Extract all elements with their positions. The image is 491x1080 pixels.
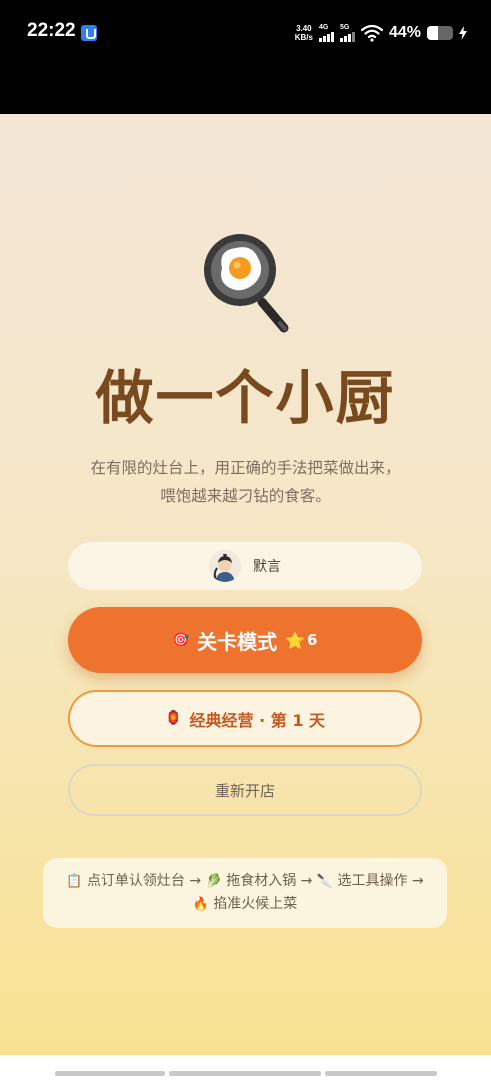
start-screen: 做一个小厨 在有限的灶台上，用正确的手法把菜做出来， 喂饱越来越刁钻的食客。 默… <box>0 114 491 1055</box>
signal-5g-label: 5G <box>339 24 350 31</box>
reopen-shop-button[interactable]: 重新开店 <box>68 764 422 816</box>
classic-mode-button[interactable]: 🏮 经典经营 · 第 1 天 <box>68 690 422 747</box>
signal-5g: 5G <box>339 24 355 42</box>
network-speed-value: 3.40 <box>296 24 312 33</box>
signal-bars-icon <box>339 32 355 42</box>
instruction-step-3: 选工具操作 <box>337 873 408 889</box>
battery-percent: 44% <box>388 24 421 41</box>
network-speed: 3.40 KB/s <box>295 24 313 42</box>
classic-mode-label: 经典经营 · 第 1 天 <box>189 710 326 730</box>
user-avatar-icon <box>209 550 241 582</box>
signal-bars-icon <box>318 32 334 42</box>
arrow-icon: → <box>411 873 424 889</box>
vegetable-icon: 🥬 <box>205 874 222 889</box>
user-name: 默言 <box>253 559 281 575</box>
arrow-icon: → <box>300 873 313 889</box>
user-profile-pill[interactable]: 默言 <box>68 542 422 590</box>
instruction-step-1: 点订单认领灶台 <box>86 873 185 889</box>
arrow-icon: → <box>189 873 202 889</box>
nav-handle-left[interactable] <box>55 1071 165 1076</box>
clipboard-icon: 📋 <box>66 874 83 889</box>
subtitle-line-1: 在有限的灶台上，用正确的手法把菜做出来， <box>90 459 401 477</box>
app-subtitle: 在有限的灶台上，用正确的手法把菜做出来， 喂饱越来越刁钻的食客。 <box>40 454 451 510</box>
nav-handle-right[interactable] <box>325 1071 437 1076</box>
charging-icon <box>459 26 467 40</box>
notification-app-icon <box>81 25 97 41</box>
star-count: 6 <box>307 631 318 649</box>
status-time: 22:22 <box>27 20 76 41</box>
app-title: 做一个小厨 <box>95 364 396 432</box>
signal-4g-label: 4G <box>318 24 329 31</box>
subtitle-line-2: 喂饱越来越刁钻的食客。 <box>160 487 331 505</box>
instructions-box: 📋 点订单认领灶台 → 🥬 拖食材入锅 → 🔪 选工具操作 → 🔥 掐准火候上菜 <box>43 858 447 928</box>
status-indicators: 3.40 KB/s 4G 5G 44% <box>295 22 467 44</box>
battery-icon <box>427 26 453 40</box>
level-mode-button[interactable]: 🎯 关卡模式 ⭐ 6 <box>68 607 422 673</box>
wifi-icon <box>360 24 383 42</box>
nav-handle-center[interactable] <box>169 1071 321 1076</box>
system-nav-bar <box>0 1055 491 1080</box>
fire-icon: 🔥 <box>192 897 209 912</box>
knife-icon: 🔪 <box>316 874 334 889</box>
instruction-step-2: 拖食材入锅 <box>226 873 297 889</box>
status-bar: 22:22 3.40 KB/s 4G 5G 44% <box>0 0 491 114</box>
frying-pan-egg-icon <box>204 234 289 333</box>
lantern-icon: 🏮 <box>164 711 182 726</box>
star-icon: ⭐ <box>285 630 306 650</box>
signal-4g: 4G <box>318 24 334 42</box>
level-mode-label: 关卡模式 <box>197 629 278 654</box>
target-icon: 🎯 <box>172 632 190 648</box>
network-speed-unit: KB/s <box>294 33 313 42</box>
instruction-step-4: 掐准火候上菜 <box>213 896 298 912</box>
